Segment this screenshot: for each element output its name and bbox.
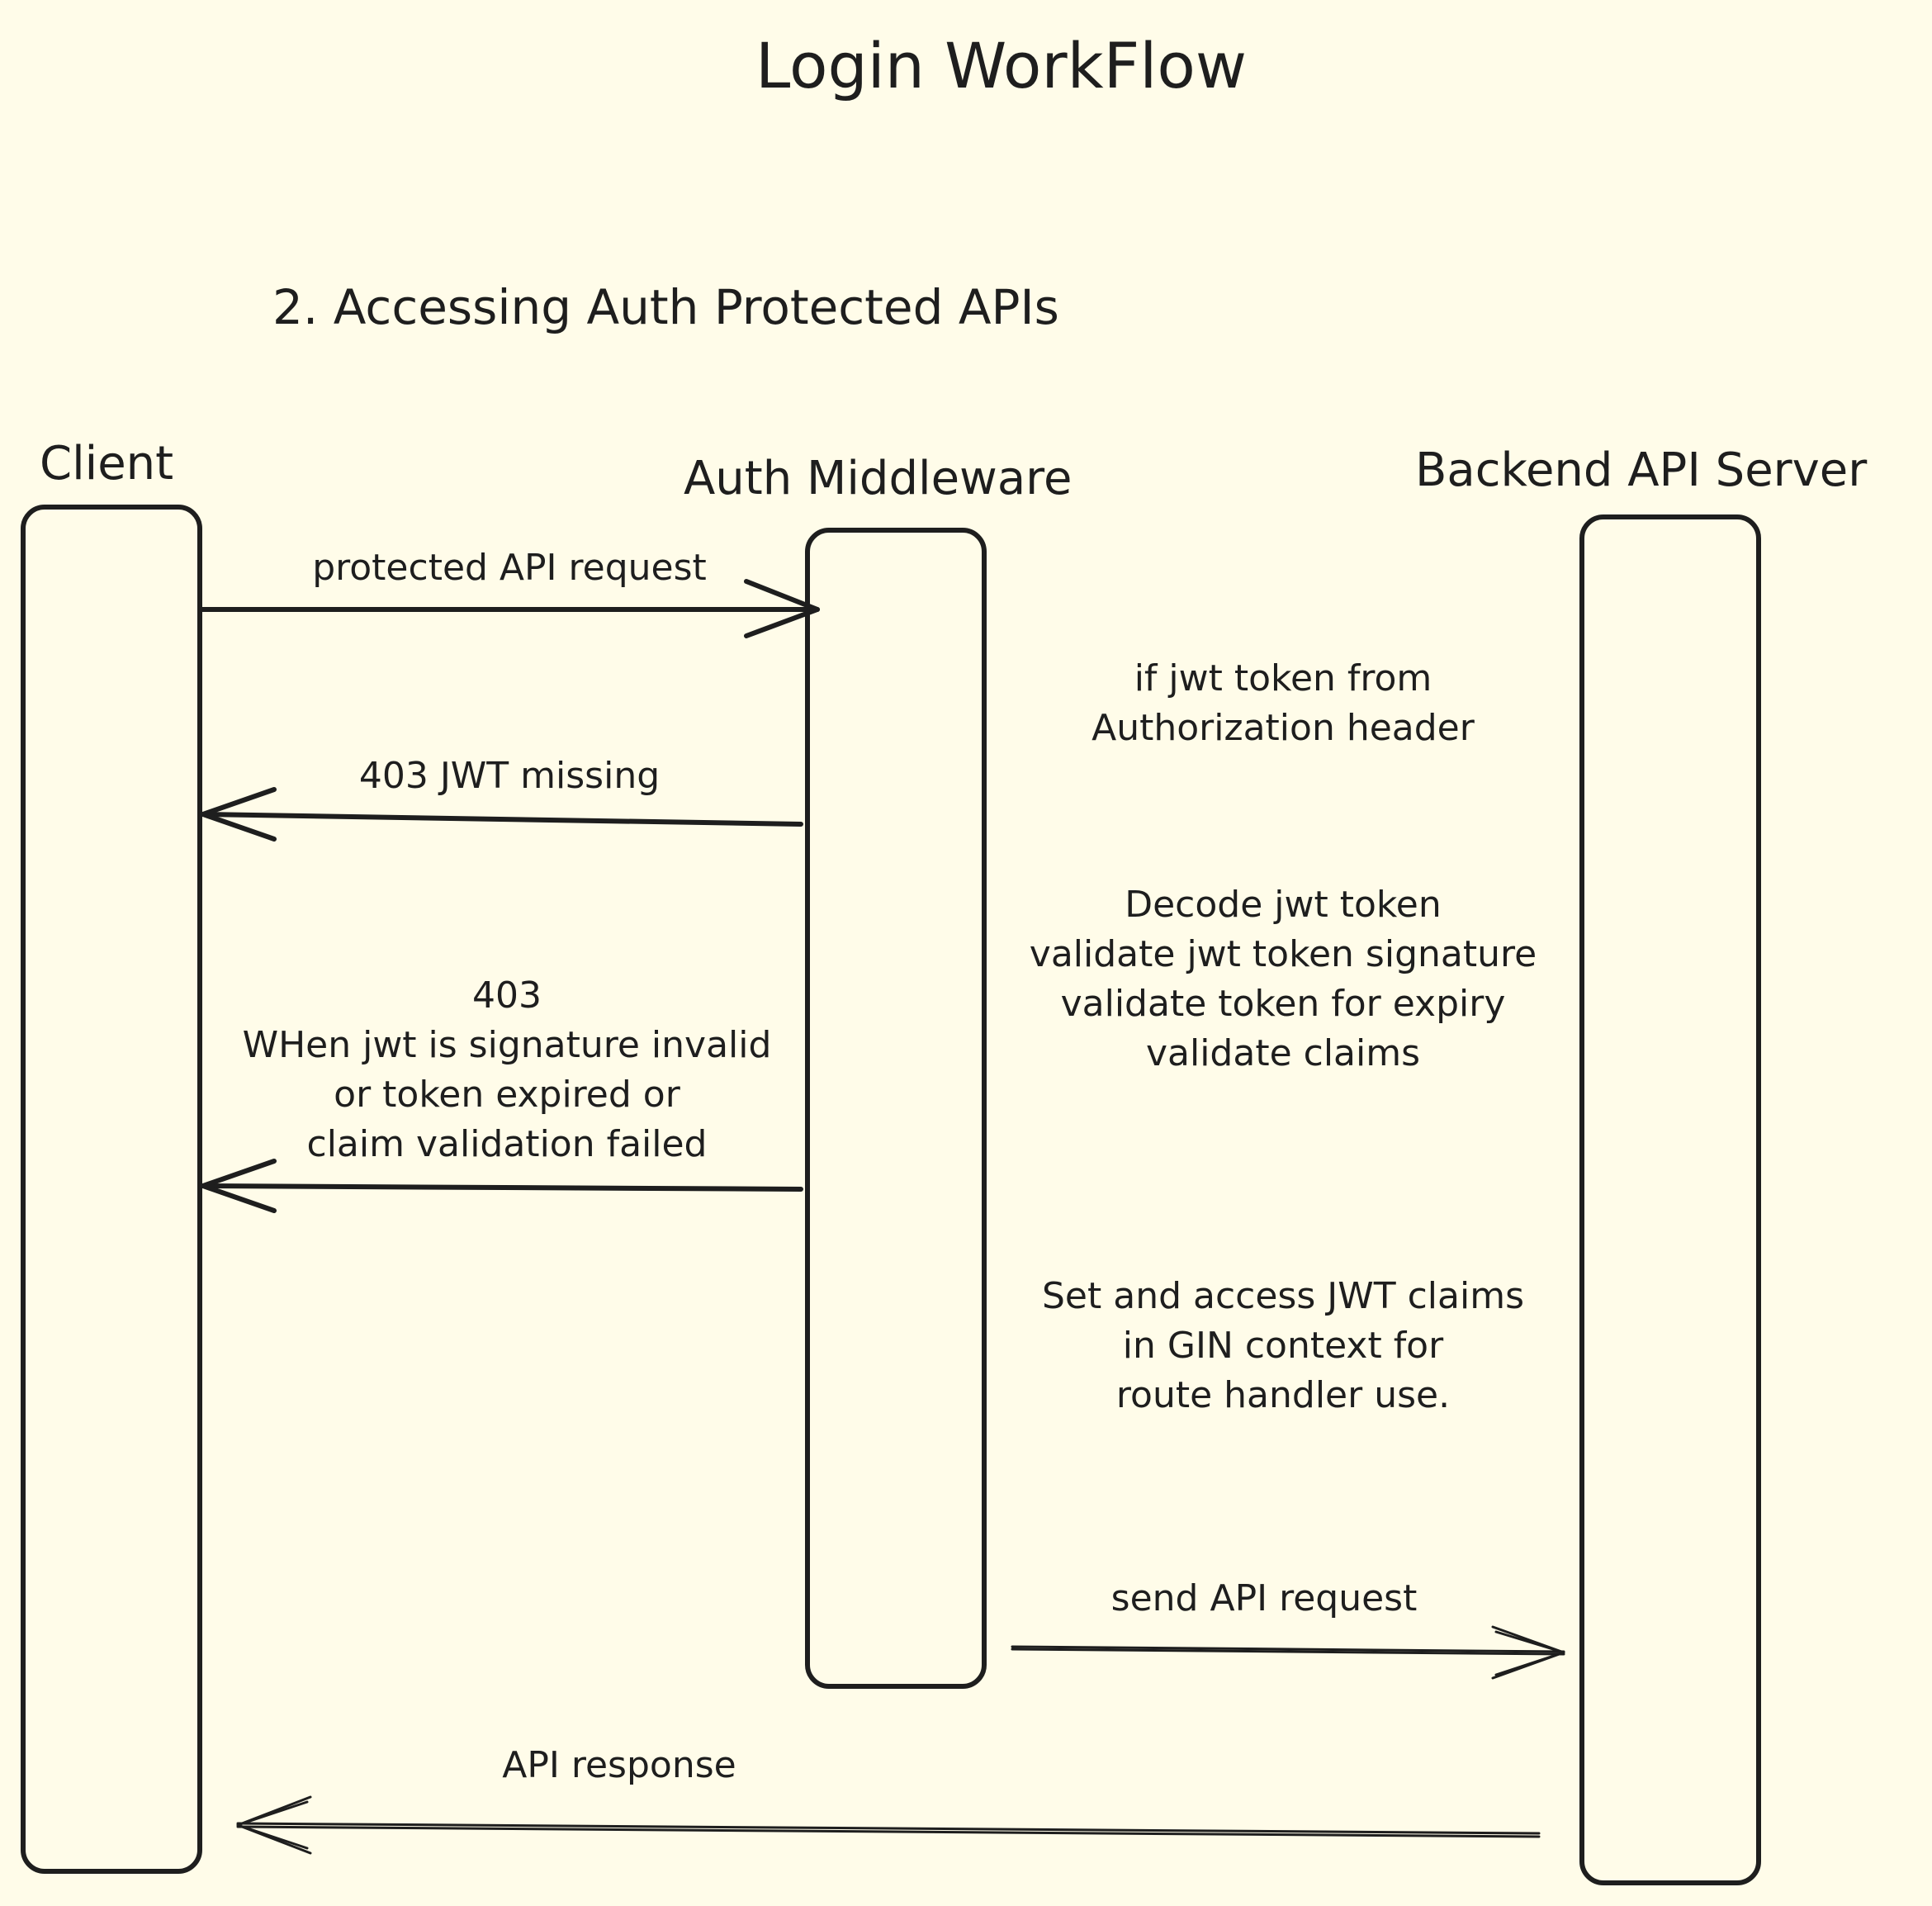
note-decode-validate: Decode jwt token validate jwt token sign…	[1029, 884, 1537, 1074]
lifeline-backend	[1579, 514, 1761, 1885]
label-api-response: API response	[502, 1744, 736, 1786]
arrow-api-response	[236, 1795, 1541, 1855]
sequence-diagram-canvas	[21, 505, 1761, 1885]
label-send-request: send API request	[1110, 1577, 1418, 1619]
note-set-claims: Set and access JWT claims in GIN context…	[1042, 1275, 1524, 1416]
note-token-from-header: if jwt token from Authorization header	[1091, 657, 1475, 749]
label-protected-request: protected API request	[312, 547, 707, 589]
lifeline-client	[21, 505, 202, 1874]
label-jwt-missing: 403 JWT missing	[358, 755, 661, 797]
arrow-send-request	[1011, 1625, 1565, 1680]
label-invalid-403: 403 WHen jwt is signature invalid or tok…	[242, 974, 772, 1165]
lifeline-middleware	[805, 528, 987, 1689]
